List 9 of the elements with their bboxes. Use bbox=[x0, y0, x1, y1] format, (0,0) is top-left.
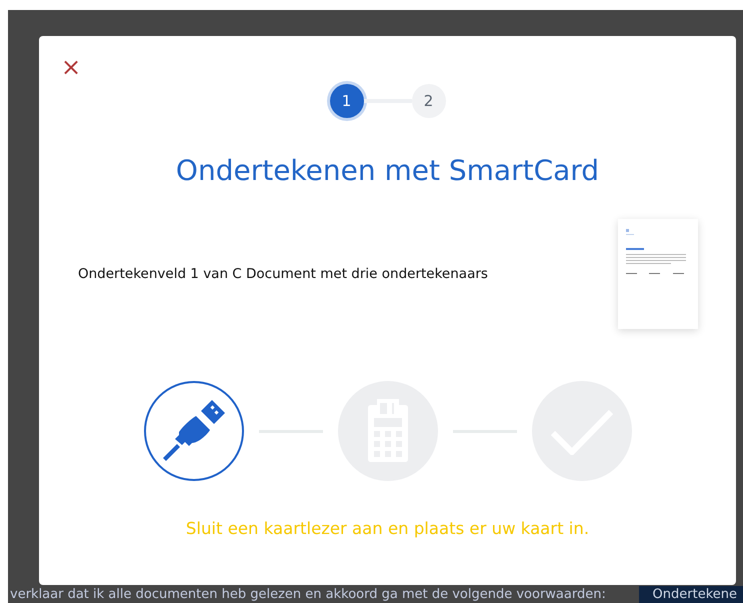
step-indicator[interactable]: 1 bbox=[330, 84, 364, 118]
signature-field-text: Ondertekenveld 1 van C Document met drie ondertekenaars bbox=[78, 266, 488, 282]
agreement-text: verklaar dat ik alle documenten heb gelezen en akkoord ga met de volgende voorwaarden: bbox=[9, 587, 606, 602]
usb-plug-icon bbox=[162, 399, 224, 463]
status-message: Sluit een kaartlezer aan en plaats er uw kaart in. bbox=[186, 519, 590, 538]
sign-button[interactable]: Ondertekene bbox=[638, 586, 743, 603]
dialog-title: Ondertekenen met SmartCard bbox=[176, 154, 600, 187]
close-button[interactable]: × bbox=[61, 56, 82, 78]
step-indicator[interactable]: 2 bbox=[412, 84, 446, 118]
